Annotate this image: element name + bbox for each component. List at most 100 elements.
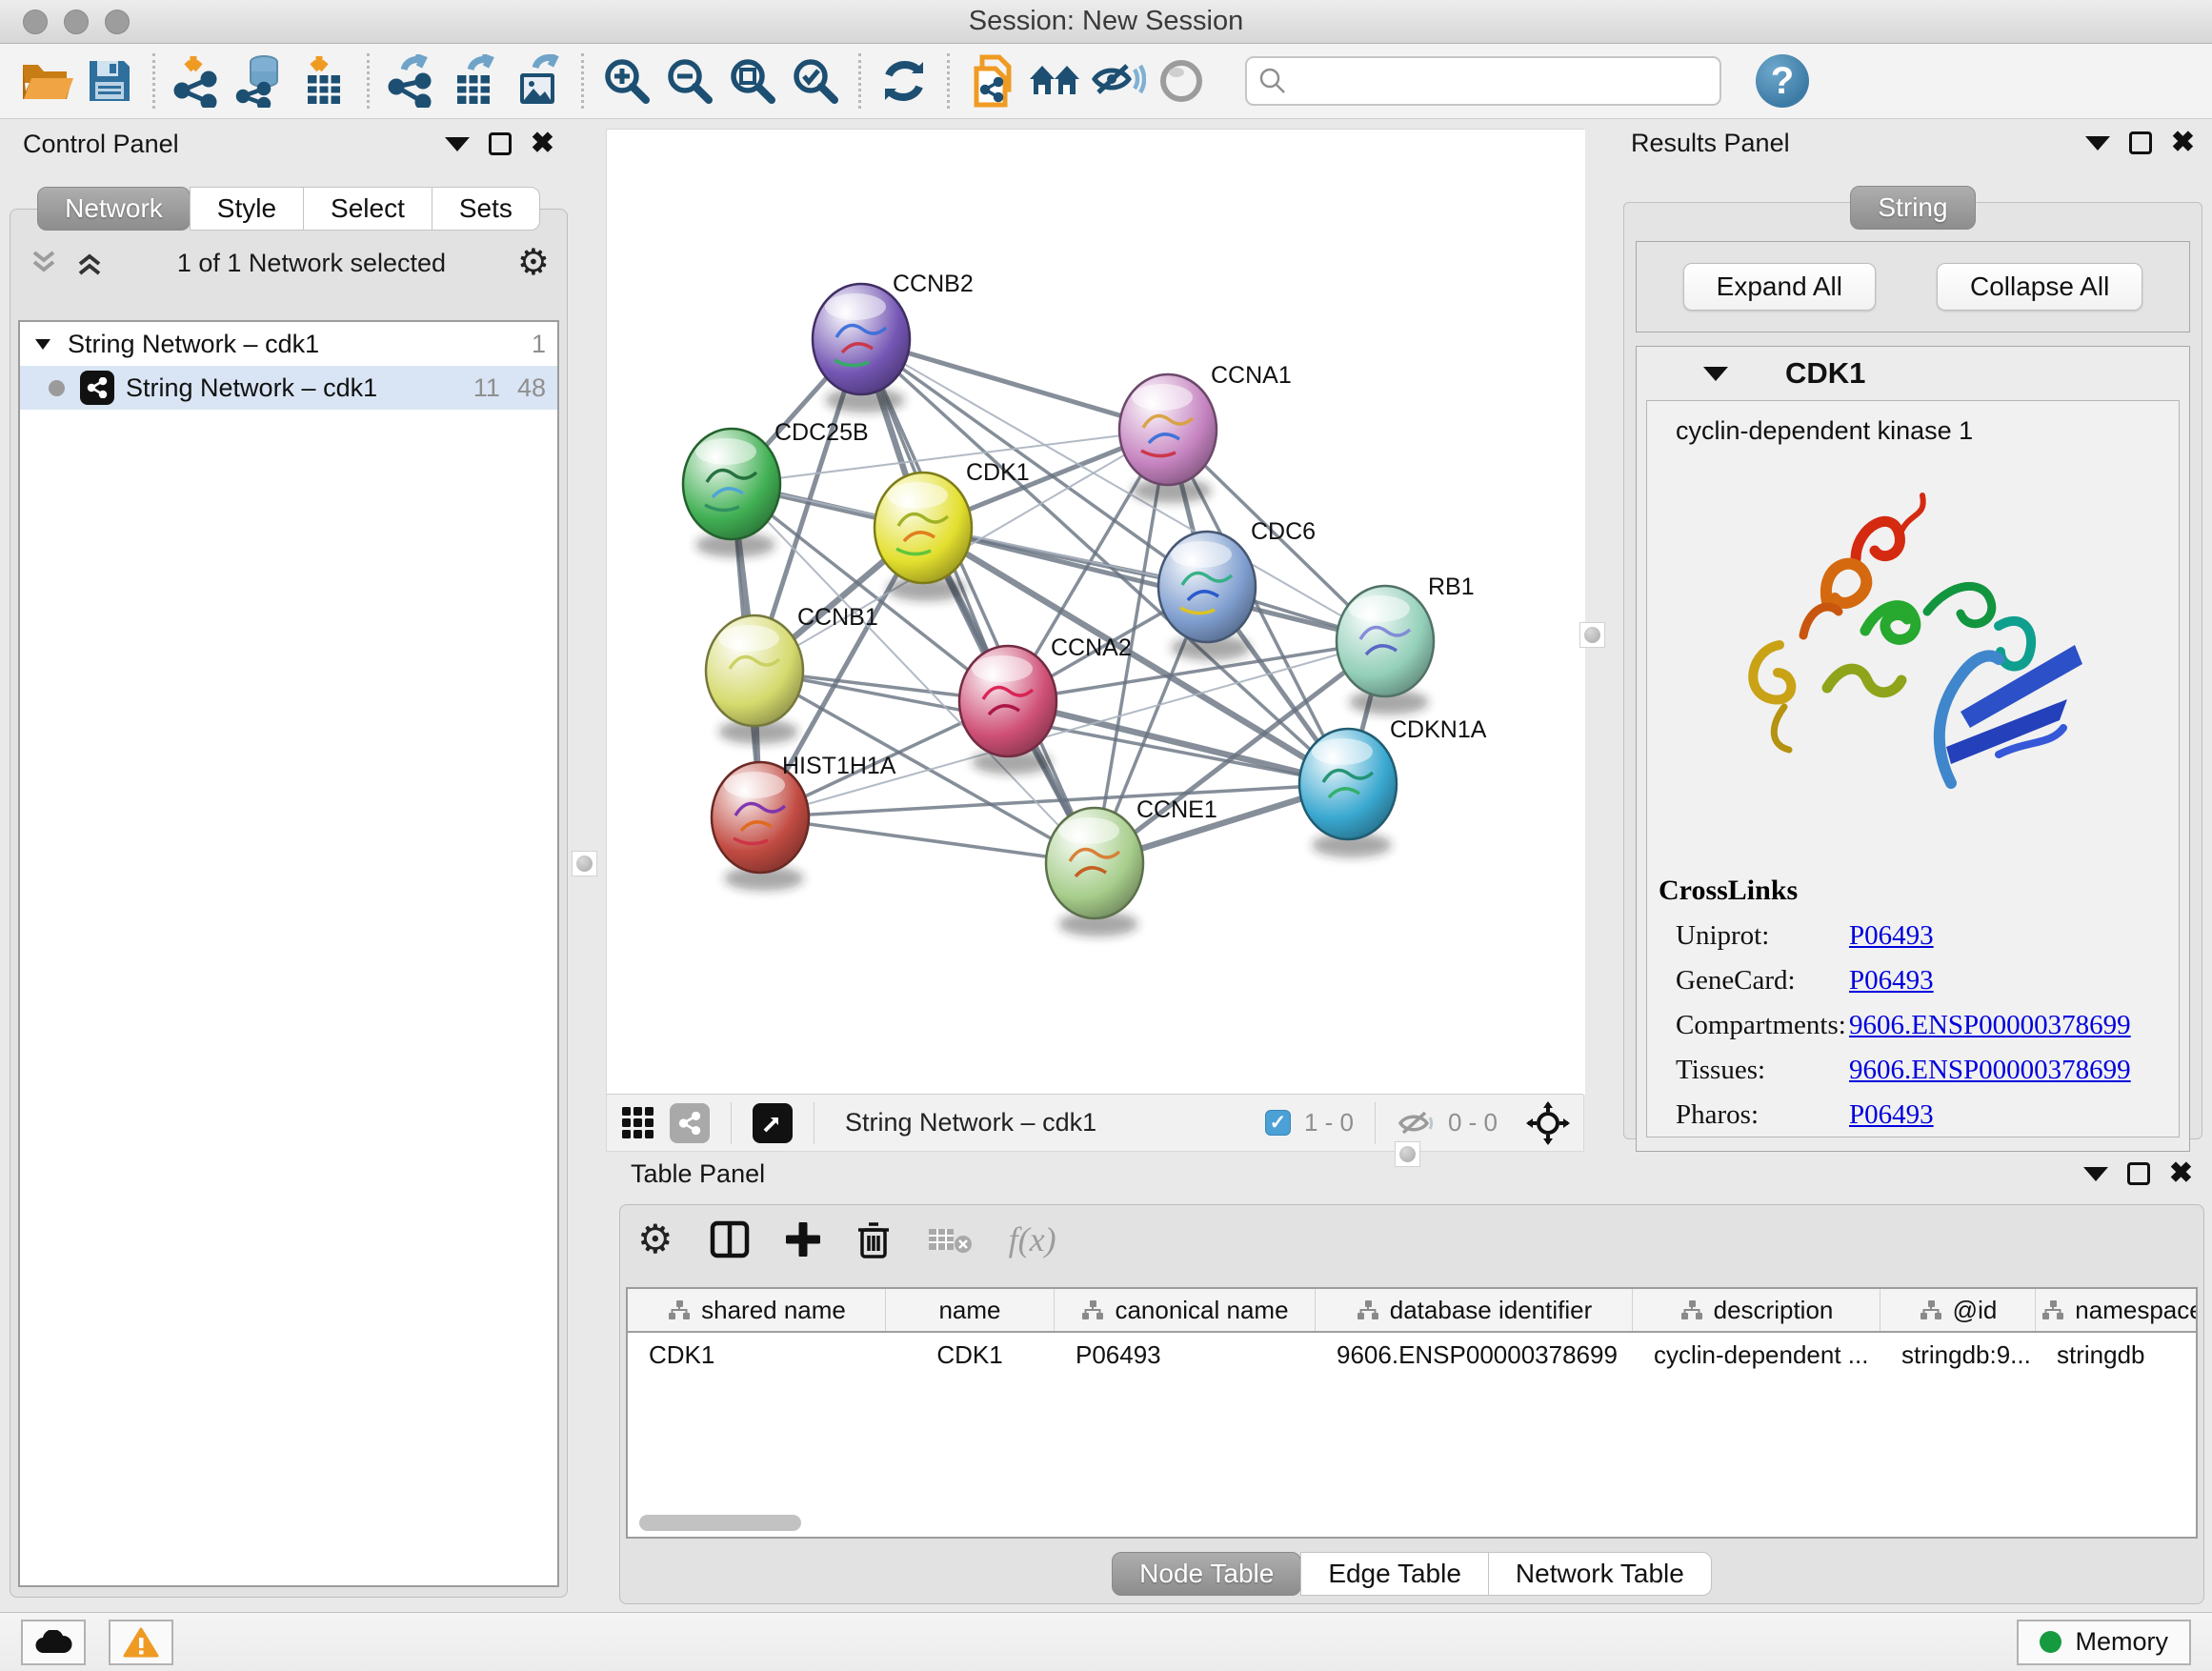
left-splitter-handle[interactable] xyxy=(572,851,597,876)
tab-select[interactable]: Select xyxy=(303,187,432,231)
results-panel-close-icon[interactable]: ✖ xyxy=(2171,129,2195,157)
results-panel-menu-icon[interactable] xyxy=(2085,136,2110,151)
delete-column-icon[interactable] xyxy=(856,1220,891,1258)
import-network-file-icon[interactable] xyxy=(167,50,230,112)
edge-RB1-HIST1H1A[interactable] xyxy=(760,641,1385,817)
network-row[interactable]: String Network – cdk1 11 48 xyxy=(20,366,557,410)
table-cell: CDK1 xyxy=(886,1333,1055,1377)
toolbar-separator xyxy=(731,1102,732,1144)
node-CCNA2[interactable] xyxy=(959,646,1056,775)
gene-section-header[interactable]: CDK1 xyxy=(1637,347,2189,400)
fit-content-icon[interactable] xyxy=(721,50,784,112)
apply-layout-icon[interactable] xyxy=(873,50,935,112)
table-options-gear-icon[interactable]: ⚙ xyxy=(637,1219,674,1259)
selected-nodes-checkbox-icon[interactable]: ✓ xyxy=(1265,1110,1291,1136)
tab-network-table[interactable]: Network Table xyxy=(1488,1552,1712,1596)
table-panel-float-icon[interactable] xyxy=(2127,1162,2150,1185)
tab-node-table[interactable]: Node Table xyxy=(1112,1552,1301,1596)
hidden-eye-icon[interactable] xyxy=(1397,1109,1435,1137)
results-panel-float-icon[interactable] xyxy=(2129,131,2152,154)
zoom-out-icon[interactable] xyxy=(658,50,721,112)
column-header-sharedname[interactable]: shared name xyxy=(628,1289,886,1331)
clone-network-icon[interactable] xyxy=(961,50,1024,112)
node-HIST1H1A[interactable] xyxy=(712,762,809,891)
node-CDKN1A[interactable] xyxy=(1299,729,1397,857)
right-splitter-handle[interactable] xyxy=(1579,622,1605,648)
control-panel-float-icon[interactable] xyxy=(489,132,512,155)
hide-panel-eye-icon[interactable] xyxy=(1087,50,1150,112)
node-CCNA1[interactable] xyxy=(1119,374,1217,503)
close-window-button[interactable] xyxy=(23,10,48,34)
edge-CCNB2-CCNE1[interactable] xyxy=(861,339,1095,863)
birds-eye-grid-icon[interactable] xyxy=(620,1105,656,1141)
column-header-canonicalname[interactable]: canonical name xyxy=(1055,1289,1316,1331)
collapse-all-icon[interactable] xyxy=(28,249,60,277)
tab-edge-table[interactable]: Edge Table xyxy=(1300,1552,1489,1596)
crosslink-link[interactable]: 9606.ENSP00000378699 xyxy=(1849,1010,2131,1041)
open-in-browser-icon[interactable] xyxy=(753,1103,793,1143)
tab-string[interactable]: String xyxy=(1850,186,1975,230)
network-overview-icon[interactable] xyxy=(1024,50,1087,112)
export-table-icon[interactable] xyxy=(444,50,507,112)
inspect-eye-icon[interactable] xyxy=(1150,50,1213,112)
expand-all-icon[interactable] xyxy=(73,249,106,277)
search-input[interactable] xyxy=(1297,67,1697,96)
tab-network[interactable]: Network xyxy=(37,187,191,231)
network-canvas[interactable]: CCNB2CCNA1CDC25BCDK1CDC6RB1CCNB1CCNA2CDK… xyxy=(607,130,1585,1095)
save-session-icon[interactable] xyxy=(78,50,141,112)
node-CDC25B[interactable] xyxy=(683,429,780,557)
column-header-id[interactable]: @id xyxy=(1880,1289,2036,1331)
collapse-all-button[interactable]: Collapse All xyxy=(1937,263,2142,311)
tab-sets[interactable]: Sets xyxy=(432,187,540,231)
node-CCNB1[interactable] xyxy=(706,615,803,744)
control-panel-close-icon[interactable]: ✖ xyxy=(531,130,554,158)
column-header-namespace[interactable]: namespace xyxy=(2036,1289,2198,1331)
warning-status-button[interactable] xyxy=(109,1620,173,1665)
node-CCNB2[interactable] xyxy=(813,284,910,413)
import-table-file-icon[interactable] xyxy=(292,50,355,112)
function-builder-icon[interactable]: f(x) xyxy=(1009,1219,1056,1259)
network-share-icon[interactable] xyxy=(670,1103,710,1143)
table-row[interactable]: CDK1CDK1P064939606.ENSP00000378699cyclin… xyxy=(628,1333,2196,1377)
table-panel-close-icon[interactable]: ✖ xyxy=(2169,1159,2193,1188)
toolbar-separator xyxy=(947,53,950,109)
network-options-gear-icon[interactable]: ⚙ xyxy=(517,245,550,281)
node-CCNE1[interactable] xyxy=(1046,808,1143,936)
open-session-icon[interactable] xyxy=(15,50,78,112)
memory-button[interactable]: Memory xyxy=(2017,1620,2191,1665)
node-RB1[interactable] xyxy=(1337,586,1434,715)
add-column-icon[interactable] xyxy=(786,1222,820,1257)
crosslink-link[interactable]: P06493 xyxy=(1849,965,1934,997)
export-image-icon[interactable] xyxy=(507,50,570,112)
zoom-window-button[interactable] xyxy=(105,10,130,34)
crosslink-link[interactable]: P06493 xyxy=(1849,1099,1934,1131)
zoom-selected-icon[interactable] xyxy=(784,50,847,112)
table-panel-menu-icon[interactable] xyxy=(2083,1167,2108,1181)
tab-style[interactable]: Style xyxy=(190,187,304,231)
edge-HIST1H1A-CCNE1[interactable] xyxy=(760,817,1095,863)
node-CDC6[interactable] xyxy=(1158,532,1256,660)
zoom-in-icon[interactable] xyxy=(595,50,658,112)
search-field[interactable] xyxy=(1245,56,1721,106)
help-icon[interactable]: ? xyxy=(1756,54,1809,108)
expand-all-button[interactable]: Expand All xyxy=(1683,263,1876,311)
network-collection-row[interactable]: String Network – cdk1 1 xyxy=(20,322,557,366)
delete-table-icon[interactable] xyxy=(927,1223,973,1256)
import-network-database-icon[interactable] xyxy=(230,50,292,112)
tree-expander-icon[interactable] xyxy=(31,334,54,353)
crosslink-link[interactable]: 9606.ENSP00000378699 xyxy=(1849,1055,2131,1086)
cloud-status-button[interactable] xyxy=(21,1620,86,1665)
minimize-window-button[interactable] xyxy=(64,10,89,34)
node-CDK1[interactable] xyxy=(875,473,972,601)
pan-crosshair-icon[interactable] xyxy=(1526,1101,1570,1145)
crosslink-link[interactable]: P06493 xyxy=(1849,920,1934,952)
gene-collapse-icon[interactable] xyxy=(1703,367,1728,381)
column-header-description[interactable]: description xyxy=(1633,1289,1880,1331)
column-header-databaseidentifier[interactable]: database identifier xyxy=(1316,1289,1633,1331)
export-network-icon[interactable] xyxy=(381,50,444,112)
edge-CDK1-RB1[interactable] xyxy=(923,528,1385,641)
column-header-name[interactable]: name xyxy=(886,1289,1055,1331)
control-panel-menu-icon[interactable] xyxy=(445,137,470,151)
table-hscrollbar-thumb[interactable] xyxy=(639,1515,801,1531)
show-columns-icon[interactable] xyxy=(710,1220,750,1258)
